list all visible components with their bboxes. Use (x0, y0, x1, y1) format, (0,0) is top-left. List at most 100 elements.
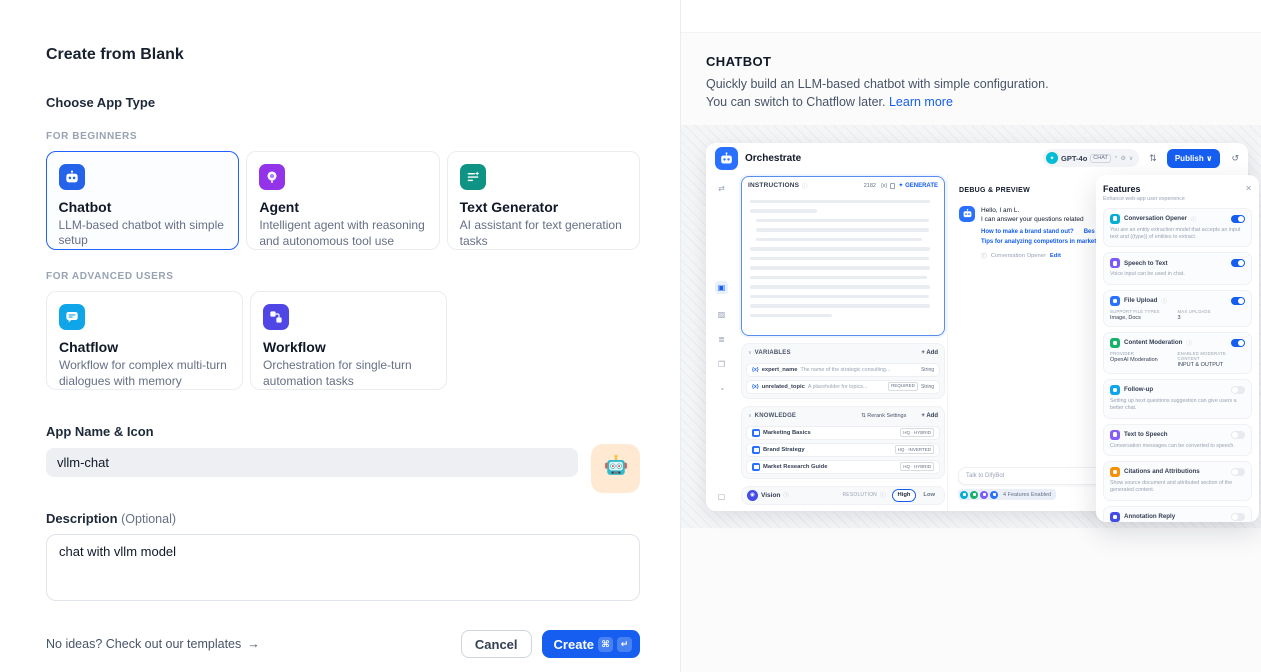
variable-row[interactable]: {x}unrelated_topicA placeholder for topi… (746, 380, 940, 394)
instructions-panel[interactable]: INSTRUCTIONS ⓘ 2182 {x} ✦ GENERATE (741, 176, 945, 336)
feature-row: Follow-up (1110, 385, 1245, 395)
edit-opener-link[interactable]: Edit (1050, 253, 1061, 259)
skeleton-line (750, 266, 930, 270)
templates-link[interactable]: No ideas? Check out our templates → (46, 637, 260, 651)
rerank-settings-button[interactable]: ⇅ Rerank Settings (861, 413, 906, 419)
knowledge-row[interactable]: Brand StrategyHQ · INVERTED (746, 443, 940, 457)
create-button[interactable]: Create ⌘ ↵ (542, 630, 640, 658)
feature-toggle[interactable] (1231, 431, 1245, 439)
globe-icon[interactable]: ◔ (719, 385, 724, 394)
feature-card-citations-and-attributions[interactable]: Citations and AttributionsShow source do… (1103, 461, 1252, 501)
skeleton-line (756, 228, 929, 232)
app-type-card-chatflow[interactable]: Chatflow Workflow for complex multi-turn … (46, 291, 243, 390)
resolution-high-button[interactable]: High (892, 489, 917, 502)
app-type-name: Chatflow (59, 339, 230, 355)
feature-card-follow-up[interactable]: Follow-upSetting up next questions sugge… (1103, 379, 1252, 419)
knowledge-row[interactable]: Marketing BasicsHQ · HYBRID (746, 426, 940, 440)
close-icon[interactable]: ✕ (1245, 184, 1252, 193)
history-icon[interactable]: ↺ (1231, 153, 1239, 164)
feature-card-content-moderation[interactable]: Content ModerationⓘPROVIDEROpenAI Modera… (1103, 332, 1252, 374)
frame-icon[interactable]: ▢ (718, 492, 726, 501)
knowledge-row[interactable]: Market Research GuideHQ · HYBRID (746, 460, 940, 474)
annotation-reply-icon (1110, 512, 1120, 522)
variable-row[interactable]: {x}expert_nameThe name of the strategic … (746, 363, 940, 377)
suggestion-link[interactable]: Bes (1084, 229, 1095, 235)
skeleton-line (750, 276, 927, 280)
app-type-card-agent[interactable]: AgentIntelligent agent with reasoning an… (246, 151, 439, 250)
text-generator-icon (460, 164, 486, 190)
enabled-features-row: 4 Features Enabled (958, 489, 1056, 500)
list-icon[interactable]: ≣ (718, 335, 725, 344)
vision-label: Vision (761, 492, 780, 499)
app-type-card-text-generator[interactable]: Text GeneratorAI assistant for text gene… (447, 151, 640, 250)
model-mode-badge: CHAT (1090, 154, 1111, 163)
feature-toggle[interactable] (1231, 513, 1245, 521)
add-variable-button[interactable]: + Add (921, 350, 938, 356)
app-type-card-workflow[interactable]: WorkflowOrchestration for single-turn au… (250, 291, 447, 390)
setting-value: INPUT & OUTPUT (1178, 362, 1246, 368)
feature-row: Text to Speech (1110, 430, 1245, 440)
params-sliders-icon[interactable]: ⇅ (1149, 153, 1157, 164)
resolution-low-button[interactable]: Low (919, 489, 939, 502)
choose-app-type-label: Choose App Type (46, 95, 640, 110)
app-type-card-chatbot[interactable]: ChatbotLLM-based chatbot with simple set… (46, 151, 239, 250)
resolution-label: RESOLUTION (842, 492, 877, 498)
app-type-name: Text Generator (460, 199, 627, 215)
copy-icon[interactable] (890, 183, 895, 189)
enter-key-icon: ↵ (617, 637, 632, 652)
templates-link-text: No ideas? Check out our templates (46, 637, 241, 651)
swap-icon[interactable]: ⇄ (718, 184, 725, 193)
app-type-description: Workflow for complex multi-turn dialogue… (59, 358, 230, 390)
description-textarea[interactable] (46, 534, 640, 601)
feature-toggle[interactable] (1231, 215, 1245, 223)
chevron-down-icon[interactable]: ∨ (748, 413, 752, 419)
feature-card-file-upload[interactable]: File Uploadⓘ SUPPORT FILE TYPESImage, Doc… (1103, 290, 1252, 327)
orchestrate-header: Orchestrate ✦ GPT-4o CHAT ◔ ⚙ ∨ ⇅ Publis… (706, 143, 1248, 174)
variable-token-icon: {x} (881, 183, 887, 189)
feature-toggle[interactable] (1231, 259, 1245, 267)
feature-card-conversation-opener[interactable]: Conversation OpenerⓘYou are an entity ex… (1103, 208, 1252, 248)
suggestion-link[interactable]: Tips for analyzing competitors in market (981, 239, 1096, 245)
feature-name: Text to Speech (1124, 431, 1168, 438)
skeleton-line (750, 285, 930, 289)
feature-card-speech-to-text[interactable]: Speech to TextVoice input can be used in… (1103, 252, 1252, 284)
feature-card-text-to-speech[interactable]: Text to SpeechConversation messages can … (1103, 424, 1252, 456)
feature-card-annotation-reply[interactable]: Annotation Reply (1103, 506, 1252, 522)
feature-row: Content Moderationⓘ (1110, 338, 1245, 348)
conversation-opener-meta: ⓘ Conversation Opener Edit (981, 251, 1096, 260)
app-name-input[interactable] (46, 448, 578, 477)
feature-toggle[interactable] (1231, 339, 1245, 347)
feature-row: Annotation Reply (1110, 512, 1245, 522)
feature-toggle[interactable] (1231, 468, 1245, 476)
prompt-icon[interactable]: ▣ (715, 281, 729, 294)
chevron-down-icon[interactable]: ∨ (748, 350, 752, 356)
knowledge-folder-icon (752, 463, 760, 471)
feature-setting: SUPPORT FILE TYPESImage, Docs (1110, 309, 1178, 321)
app-icon-picker-button[interactable] (591, 444, 640, 493)
create-from-blank-panel: Create from Blank Choose App Type FOR BE… (0, 0, 680, 672)
description-label-text: Description (46, 511, 118, 526)
learn-more-link[interactable]: Learn more (889, 95, 953, 109)
left-icon-rail: ⇄ ▣ ▨ ≣ ❐ ◔ ▢ (706, 174, 737, 511)
image-icon[interactable]: ▨ (718, 310, 726, 319)
feature-name: Follow-up (1124, 386, 1153, 393)
feature-name: Content Moderation (1124, 339, 1182, 346)
skeleton-line (750, 304, 930, 308)
cancel-button[interactable]: Cancel (461, 630, 532, 658)
publish-button[interactable]: Publish ∨ (1167, 149, 1221, 168)
text-to-speech-icon (1110, 430, 1120, 440)
suggestion-link[interactable]: How to make a brand stand out? (981, 229, 1074, 235)
feature-row: File Uploadⓘ (1110, 296, 1245, 306)
add-knowledge-button[interactable]: + Add (921, 413, 938, 419)
knowledge-folder-icon (752, 446, 760, 454)
generate-button[interactable]: ✦ GENERATE (898, 182, 938, 189)
vision-eye-icon: ◉ (747, 490, 758, 501)
doc-icon[interactable]: ❐ (718, 360, 725, 369)
info-icon: ⓘ (880, 491, 886, 499)
feature-toggle[interactable] (1231, 386, 1245, 394)
setting-value: Image, Docs (1110, 315, 1178, 321)
feature-toggle[interactable] (1231, 297, 1245, 305)
model-selector[interactable]: ✦ GPT-4o CHAT ◔ ⚙ ∨ (1043, 149, 1139, 167)
cmd-key-icon: ⌘ (598, 637, 613, 652)
content-moderation-icon (1110, 338, 1120, 348)
